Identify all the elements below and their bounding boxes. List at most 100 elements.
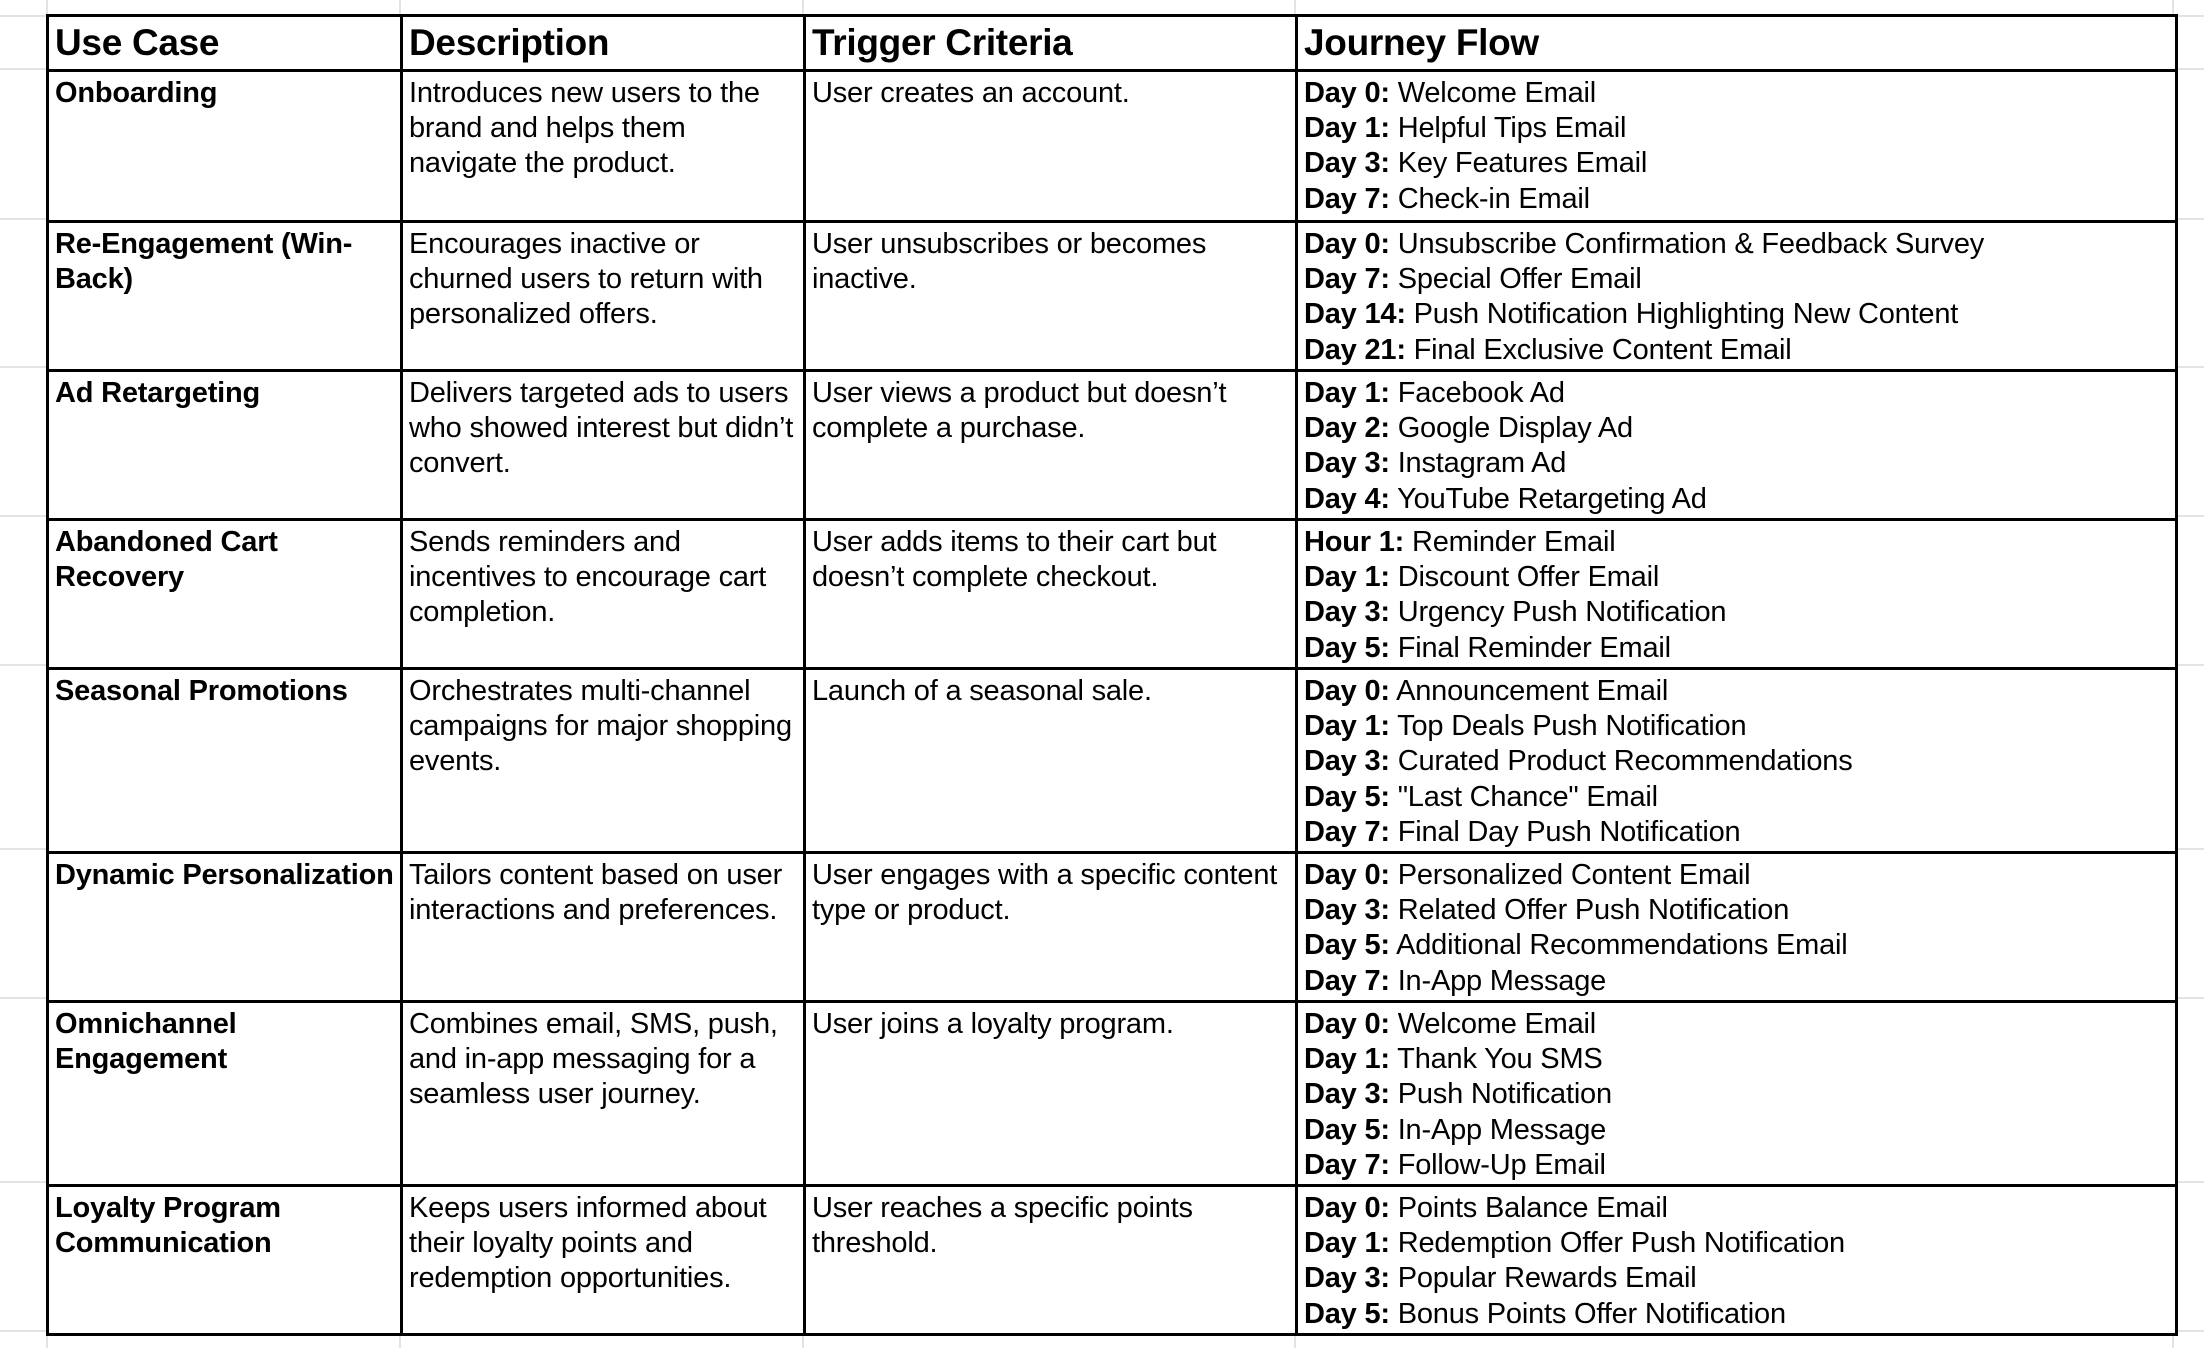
trigger-cell[interactable]: User reaches a specific points threshold… xyxy=(803,1184,1298,1336)
trigger-cell[interactable]: User adds items to their cart but doesn’… xyxy=(803,518,1298,670)
trigger-cell[interactable]: Launch of a seasonal sale. xyxy=(803,667,1298,854)
journey-step-action: Push Notification xyxy=(1389,1078,1612,1111)
use-case-cell[interactable]: Dynamic Personalization xyxy=(46,851,403,1003)
journey-step-action: Final Day Push Notification xyxy=(1389,815,1741,848)
journey-step: Day 7: In-App Message xyxy=(1304,964,2169,999)
journey-step-action: Related Offer Push Notification xyxy=(1389,894,1790,927)
table-row: Abandoned Cart Recovery Sends reminders … xyxy=(46,518,2178,670)
journey-step-action: Follow-Up Email xyxy=(1389,1148,1606,1181)
journey-step-timing: Day 7: xyxy=(1304,815,1390,848)
journey-step: Day 1: Discount Offer Email xyxy=(1304,560,2169,595)
header-description[interactable]: Description xyxy=(400,14,806,72)
journey-step: Day 5: In-App Message xyxy=(1304,1113,2169,1148)
table-row: Dynamic Personalization Tailors content … xyxy=(46,851,2178,1003)
journey-step-action: In-App Message xyxy=(1389,964,1607,997)
journey-step: Day 21: Final Exclusive Content Email xyxy=(1304,333,2169,368)
journey-step-timing: Day 0: xyxy=(1304,1008,1390,1040)
journey-step-action: Welcome Email xyxy=(1389,1008,1597,1040)
journey-cell[interactable]: Day 0: Welcome Email Day 1: Helpful Tips … xyxy=(1295,69,2178,223)
table-row: Loyalty Program Communication Keeps user… xyxy=(46,1184,2178,1336)
journey-step-timing: Day 3: xyxy=(1304,1078,1390,1111)
use-case-cell[interactable]: Omnichannel Engagement xyxy=(46,1000,403,1187)
description-cell[interactable]: Keeps users informed about their loyalty… xyxy=(400,1184,806,1336)
journey-step: Day 0: Welcome Email xyxy=(1304,76,2169,111)
journey-step-action: Curated Product Recommendations xyxy=(1389,745,1853,778)
use-case-cell[interactable]: Abandoned Cart Recovery xyxy=(46,518,403,670)
header-journey-flow[interactable]: Journey Flow xyxy=(1295,14,2178,72)
journey-step-timing: Day 0: xyxy=(1304,77,1390,109)
journey-cell[interactable]: Day 0: Announcement Email Day 1: Top Deal… xyxy=(1295,667,2178,854)
trigger-cell[interactable]: User unsubscribes or becomes inactive. xyxy=(803,220,1298,372)
trigger-cell[interactable]: User views a product but doesn’t complet… xyxy=(803,369,1298,521)
use-case-cell[interactable]: Loyalty Program Communication xyxy=(46,1184,403,1336)
trigger-cell[interactable]: User joins a loyalty program. xyxy=(803,1000,1298,1187)
journey-cell[interactable]: Day 0: Personalized Content Email Day 3: … xyxy=(1295,851,2178,1003)
journey-step-timing: Day 1: xyxy=(1304,112,1390,145)
journey-step-action: Final Exclusive Content Email xyxy=(1405,333,1792,366)
journey-step: Day 0: Unsubscribe Confirmation & Feedba… xyxy=(1304,227,2169,262)
journey-step-action: Points Balance Email xyxy=(1389,1192,1668,1224)
description-cell[interactable]: Orchestrates multi-channel campaigns for… xyxy=(400,667,806,854)
journey-step-action: Helpful Tips Email xyxy=(1389,112,1627,145)
journey-step-timing: Day 3: xyxy=(1304,147,1390,180)
journey-step: Day 2: Google Display Ad xyxy=(1304,411,2169,446)
journey-cell[interactable]: Day 0: Welcome Email Day 1: Thank You SMS… xyxy=(1295,1000,2178,1187)
journey-step-action: Unsubscribe Confirmation & Feedback Surv… xyxy=(1389,228,1985,260)
journey-step: Day 1: Facebook Ad xyxy=(1304,376,2169,411)
trigger-cell[interactable]: User creates an account. xyxy=(803,69,1298,223)
journey-step-timing: Day 1: xyxy=(1304,377,1390,409)
journey-step-timing: Day 1: xyxy=(1304,561,1390,594)
journey-step: Day 1: Helpful Tips Email xyxy=(1304,111,2169,146)
journey-step-timing: Day 7: xyxy=(1304,263,1390,296)
description-cell[interactable]: Tailors content based on user interactio… xyxy=(400,851,806,1003)
description-cell[interactable]: Introduces new users to the brand and he… xyxy=(400,69,806,223)
journey-step: Day 4: YouTube Retargeting Ad xyxy=(1304,482,2169,517)
journey-step-timing: Day 5: xyxy=(1304,631,1390,664)
journey-step: Day 7: Follow-Up Email xyxy=(1304,1148,2169,1183)
use-case-cell[interactable]: Seasonal Promotions xyxy=(46,667,403,854)
header-trigger-criteria[interactable]: Trigger Criteria xyxy=(803,14,1298,72)
header-use-case[interactable]: Use Case xyxy=(46,14,403,72)
journey-step: Day 5: Final Reminder Email xyxy=(1304,631,2169,666)
journey-step-action: Personalized Content Email xyxy=(1389,859,1751,891)
description-cell[interactable]: Encourages inactive or churned users to … xyxy=(400,220,806,372)
journey-step-action: Check-in Email xyxy=(1389,182,1590,215)
use-case-cell[interactable]: Ad Retargeting xyxy=(46,369,403,521)
journey-step: Day 5: "Last Chance" Email xyxy=(1304,780,2169,815)
journey-step: Day 5: Additional Recommendations Email xyxy=(1304,928,2169,963)
trigger-cell[interactable]: User engages with a specific content typ… xyxy=(803,851,1298,1003)
table-row: Omnichannel Engagement Combines email, S… xyxy=(46,1000,2178,1187)
journey-step-timing: Day 1: xyxy=(1304,1043,1390,1076)
use-case-cell[interactable]: Re-Engagement (Win-Back) xyxy=(46,220,403,372)
description-cell[interactable]: Combines email, SMS, push, and in-app me… xyxy=(400,1000,806,1187)
journey-step-action: Popular Rewards Email xyxy=(1389,1262,1697,1295)
journey-step-timing: Hour 1: xyxy=(1304,526,1405,558)
journey-step: Day 0: Points Balance Email xyxy=(1304,1191,2169,1226)
journey-step-action: Facebook Ad xyxy=(1389,377,1565,409)
journey-step-timing: Day 1: xyxy=(1304,1227,1390,1260)
journey-step-action: Instagram Ad xyxy=(1389,447,1567,480)
description-cell[interactable]: Delivers targeted ads to users who showe… xyxy=(400,369,806,521)
journey-step: Day 3: Key Features Email xyxy=(1304,146,2169,181)
journey-step-timing: Day 5: xyxy=(1304,929,1390,962)
journey-step-action: Bonus Points Offer Notification xyxy=(1389,1297,1786,1330)
journey-step-timing: Day 4: xyxy=(1304,482,1390,515)
journey-step-timing: Day 3: xyxy=(1304,894,1390,927)
journey-step-timing: Day 2: xyxy=(1304,412,1390,445)
use-case-cell[interactable]: Onboarding xyxy=(46,69,403,223)
journey-cell[interactable]: Hour 1: Reminder Email Day 1: Discount Of… xyxy=(1295,518,2178,670)
journey-step-timing: Day 1: xyxy=(1304,710,1390,743)
journey-step-action: Additional Recommendations Email xyxy=(1389,929,1848,962)
journey-step: Day 3: Related Offer Push Notification xyxy=(1304,893,2169,928)
journey-cell[interactable]: Day 1: Facebook Ad Day 2: Google Display … xyxy=(1295,369,2178,521)
journey-step-action: Special Offer Email xyxy=(1389,263,1642,296)
header-row: Use Case Description Trigger Criteria Jo… xyxy=(46,14,2178,72)
journey-step-action: Reminder Email xyxy=(1404,526,1616,558)
table-row: Seasonal Promotions Orchestrates multi-c… xyxy=(46,667,2178,854)
table-row: Ad Retargeting Delivers targeted ads to … xyxy=(46,369,2178,521)
journey-cell[interactable]: Day 0: Points Balance Email Day 1: Redemp… xyxy=(1295,1184,2178,1336)
description-cell[interactable]: Sends reminders and incentives to encour… xyxy=(400,518,806,670)
journey-cell[interactable]: Day 0: Unsubscribe Confirmation & Feedba… xyxy=(1295,220,2178,372)
journey-step-action: Final Reminder Email xyxy=(1389,631,1671,664)
journey-step-timing: Day 21: xyxy=(1304,333,1406,366)
